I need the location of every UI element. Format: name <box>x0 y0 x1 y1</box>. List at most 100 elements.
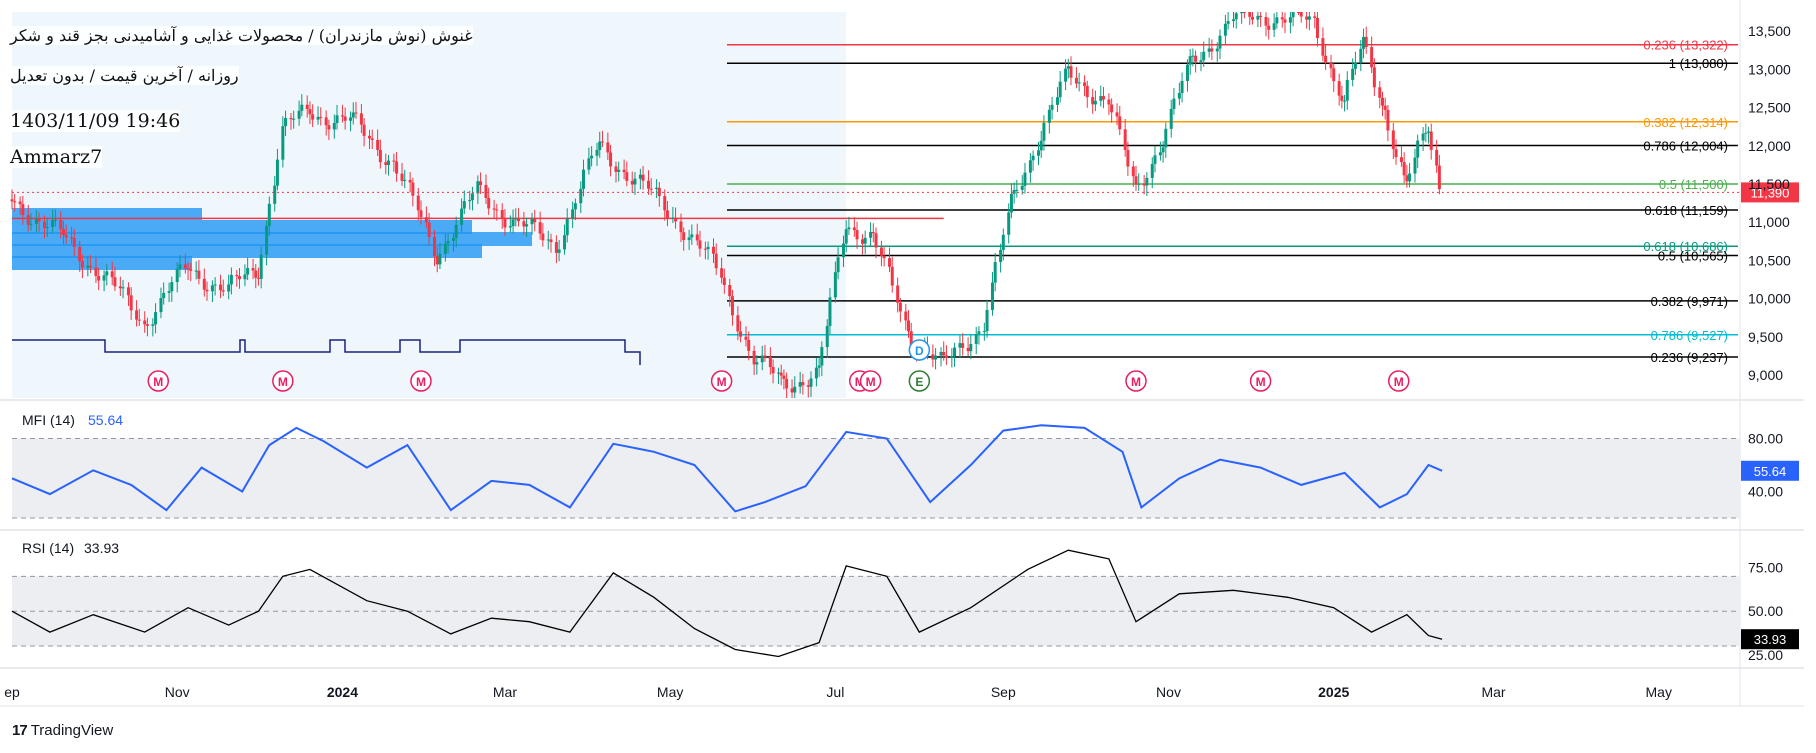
candle-body <box>985 309 989 332</box>
candle-body <box>1093 100 1097 105</box>
candle-body <box>801 382 805 386</box>
candle-body <box>1416 140 1420 158</box>
candle-body <box>508 226 512 228</box>
candle-body <box>29 223 33 225</box>
candle-body <box>1110 104 1114 113</box>
candle-body <box>438 253 442 265</box>
candle-body <box>1150 163 1154 178</box>
candle-body <box>460 208 464 225</box>
candle-body <box>1305 16 1309 20</box>
candle-body <box>641 174 645 181</box>
candle-body <box>411 182 415 196</box>
candle-body <box>942 351 946 356</box>
candle-body <box>706 246 710 250</box>
chart-canvas[interactable]: 0.236 (13,322) 1 (13,080) 0.382 (12,314) 0.… <box>0 0 1816 753</box>
candle-body <box>487 198 491 209</box>
candle-body <box>1386 109 1390 131</box>
candle-body <box>395 161 399 174</box>
candle-body <box>617 169 621 172</box>
candle-body <box>64 234 68 238</box>
candle-body <box>1142 183 1146 186</box>
candle-body <box>939 351 943 356</box>
candle-body <box>281 126 285 160</box>
candle-body <box>541 233 545 241</box>
candle-body <box>327 125 331 130</box>
candle-body <box>760 355 764 363</box>
candle-body <box>874 233 878 248</box>
candle-body <box>451 237 455 241</box>
mfi-legend-name: MFI (14) <box>22 412 75 428</box>
event-marker-label: M <box>416 375 426 389</box>
candle-body <box>370 138 374 140</box>
candle-body <box>113 277 117 287</box>
candle-body <box>1297 12 1301 13</box>
candle-body <box>102 275 106 281</box>
candle-body <box>1020 185 1024 190</box>
candle-body <box>178 264 182 270</box>
candle-body <box>289 117 293 120</box>
candle-body <box>403 179 407 181</box>
candle-body <box>265 225 269 255</box>
candle-body <box>18 201 22 205</box>
candle-body <box>110 271 114 278</box>
candle-body <box>1402 162 1406 176</box>
candle-body <box>1359 48 1363 63</box>
candle-body <box>311 114 315 120</box>
tradingview-logo[interactable]: 17 TradingView <box>12 722 113 739</box>
candle-body <box>852 227 856 231</box>
price-axis-tick: 10,000 <box>1748 291 1791 307</box>
candle-body <box>516 218 520 222</box>
candle-body <box>435 256 439 265</box>
candle-body <box>671 217 675 219</box>
candle-body <box>771 366 775 374</box>
candle-body <box>51 220 55 227</box>
candle-body <box>779 372 783 376</box>
candle-body <box>1191 55 1195 57</box>
candle-body <box>990 282 994 310</box>
candle-body <box>1118 116 1122 130</box>
candle-body <box>1259 15 1263 18</box>
candle-body <box>167 291 171 293</box>
candle-body <box>1188 56 1192 65</box>
candle-body <box>1102 96 1106 100</box>
candle-body <box>189 269 193 271</box>
candle-body <box>378 149 382 163</box>
candle-body <box>80 261 84 268</box>
candle-body <box>1050 104 1054 110</box>
candle-body <box>53 219 57 221</box>
candle-body <box>847 227 851 230</box>
candle-body <box>1145 177 1149 186</box>
fib-level-label: 0.382 (12,314) <box>1643 115 1728 130</box>
event-marker-label: M <box>153 375 163 389</box>
candle-body <box>961 343 965 348</box>
candle-body <box>698 240 702 249</box>
candle-body <box>1345 79 1349 101</box>
candle-body <box>1194 55 1198 62</box>
candle-body <box>34 219 38 224</box>
candle-body <box>1383 105 1387 110</box>
candle-body <box>728 285 732 297</box>
candle-body <box>1037 150 1041 156</box>
candle-body <box>243 274 247 280</box>
time-axis-tick: May <box>1646 684 1672 700</box>
price-axis-tick: 13,000 <box>1748 61 1791 77</box>
candle-body <box>351 112 355 118</box>
candle-body <box>1250 16 1254 20</box>
candle-body <box>392 160 396 162</box>
candle-body <box>581 169 585 189</box>
candle-body <box>514 218 518 220</box>
candle-body <box>860 239 864 244</box>
candle-body <box>663 196 667 211</box>
candle-body <box>744 336 748 340</box>
candle-body <box>332 123 336 130</box>
event-marker-label: M <box>1256 375 1266 389</box>
candle-body <box>833 272 837 298</box>
candle-body <box>855 230 859 240</box>
candle-body <box>359 113 363 125</box>
candle-body <box>1185 64 1189 81</box>
candle-body <box>682 232 686 241</box>
candle-body <box>776 372 780 374</box>
candle-body <box>121 287 125 289</box>
candle-body <box>89 265 93 268</box>
candle-body <box>533 218 537 223</box>
